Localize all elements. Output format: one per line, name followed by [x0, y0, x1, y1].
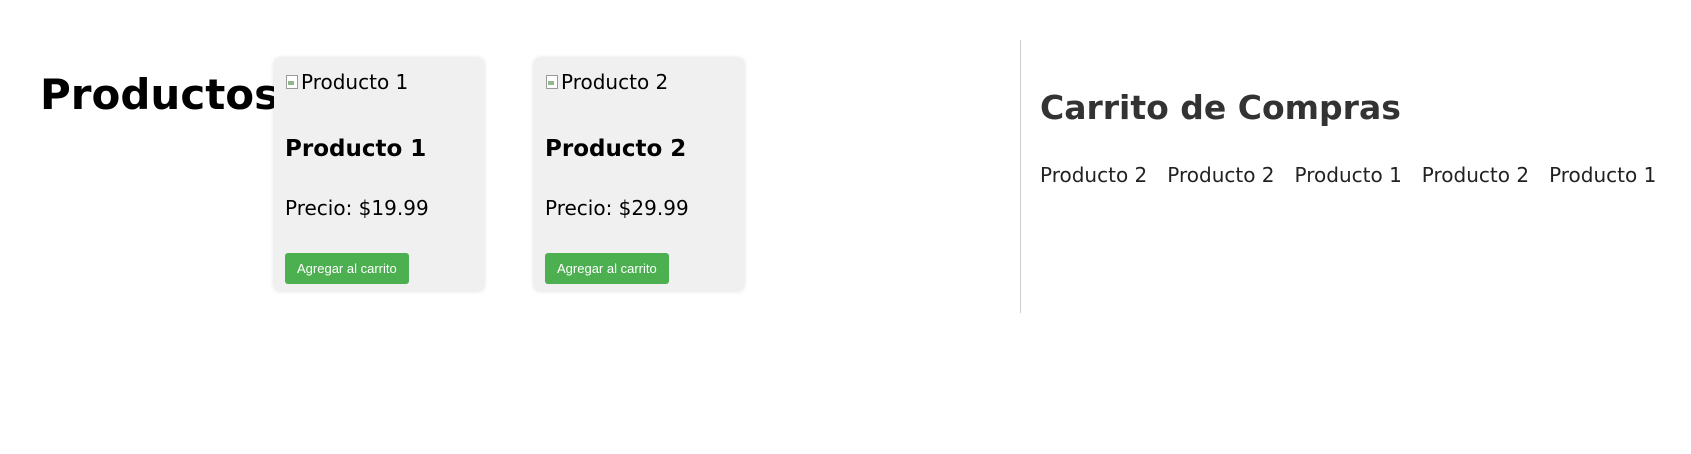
product-image-alt: Producto 1	[301, 70, 409, 94]
cart-list: Producto 2 Producto 2 Producto 1 Product…	[1040, 163, 1676, 187]
product-image: Producto 2	[545, 70, 668, 94]
cart-item: Producto 1	[1294, 163, 1402, 187]
product-price: Precio: $29.99	[545, 196, 689, 220]
broken-image-icon	[285, 74, 299, 90]
cart-item: Producto 2	[1167, 163, 1275, 187]
product-image: Producto 1	[285, 70, 408, 94]
page: Productos Producto 1 Producto 1 Precio: …	[0, 0, 1691, 454]
product-card: Producto 2 Producto 2 Precio: $29.99 Agr…	[534, 58, 744, 291]
add-to-cart-button[interactable]: Agregar al carrito	[545, 253, 669, 284]
product-name: Producto 1	[285, 136, 427, 162]
cart-item: Producto 2	[1040, 163, 1148, 187]
product-card: Producto 1 Producto 1 Precio: $19.99 Agr…	[274, 58, 484, 291]
add-to-cart-button[interactable]: Agregar al carrito	[285, 253, 409, 284]
product-price: Precio: $19.99	[285, 196, 429, 220]
product-image-alt: Producto 2	[561, 70, 669, 94]
cart-item: Producto 1	[1549, 163, 1657, 187]
cart-item: Producto 2	[1421, 163, 1530, 187]
cart-title: Carrito de Compras	[1040, 88, 1401, 127]
products-title: Productos	[40, 70, 280, 119]
section-divider	[1020, 40, 1021, 313]
broken-image-icon	[545, 74, 559, 90]
product-name: Producto 2	[545, 136, 687, 162]
